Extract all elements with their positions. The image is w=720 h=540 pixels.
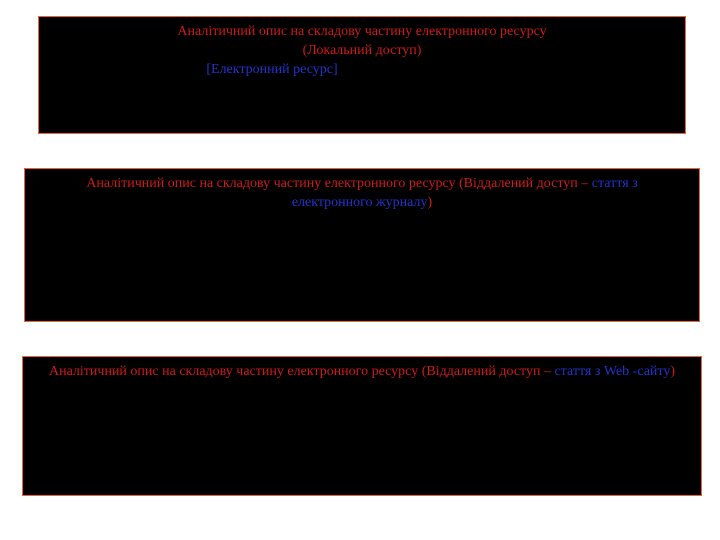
title-text-blue: [Електронний ресурс] — [206, 62, 337, 77]
title-text-red: Аналітичний опис на складову частину еле… — [177, 24, 546, 58]
slide: Аналітичний опис на складову частину еле… — [0, 0, 720, 540]
card-local-access: Аналітичний опис на складову частину еле… — [38, 16, 686, 134]
card-remote-journal-title: Аналітичний опис на складову частину еле… — [35, 175, 689, 213]
card-remote-website: Аналітичний опис на складову частину еле… — [22, 356, 702, 496]
title-text-blue: стаття з Web -сайту — [554, 364, 670, 379]
title-text-red: Аналітичний опис на складову частину еле… — [86, 176, 591, 191]
card-remote-journal: Аналітичний опис на складову частину еле… — [24, 168, 700, 322]
card-local-access-title: Аналітичний опис на складову частину еле… — [49, 23, 675, 80]
title-text-red-suffix: ) — [428, 195, 433, 210]
card-remote-website-title: Аналітичний опис на складову частину еле… — [33, 363, 691, 382]
title-text-red-suffix: ) — [670, 364, 675, 379]
title-text-red: Аналітичний опис на складову частину еле… — [49, 364, 554, 379]
